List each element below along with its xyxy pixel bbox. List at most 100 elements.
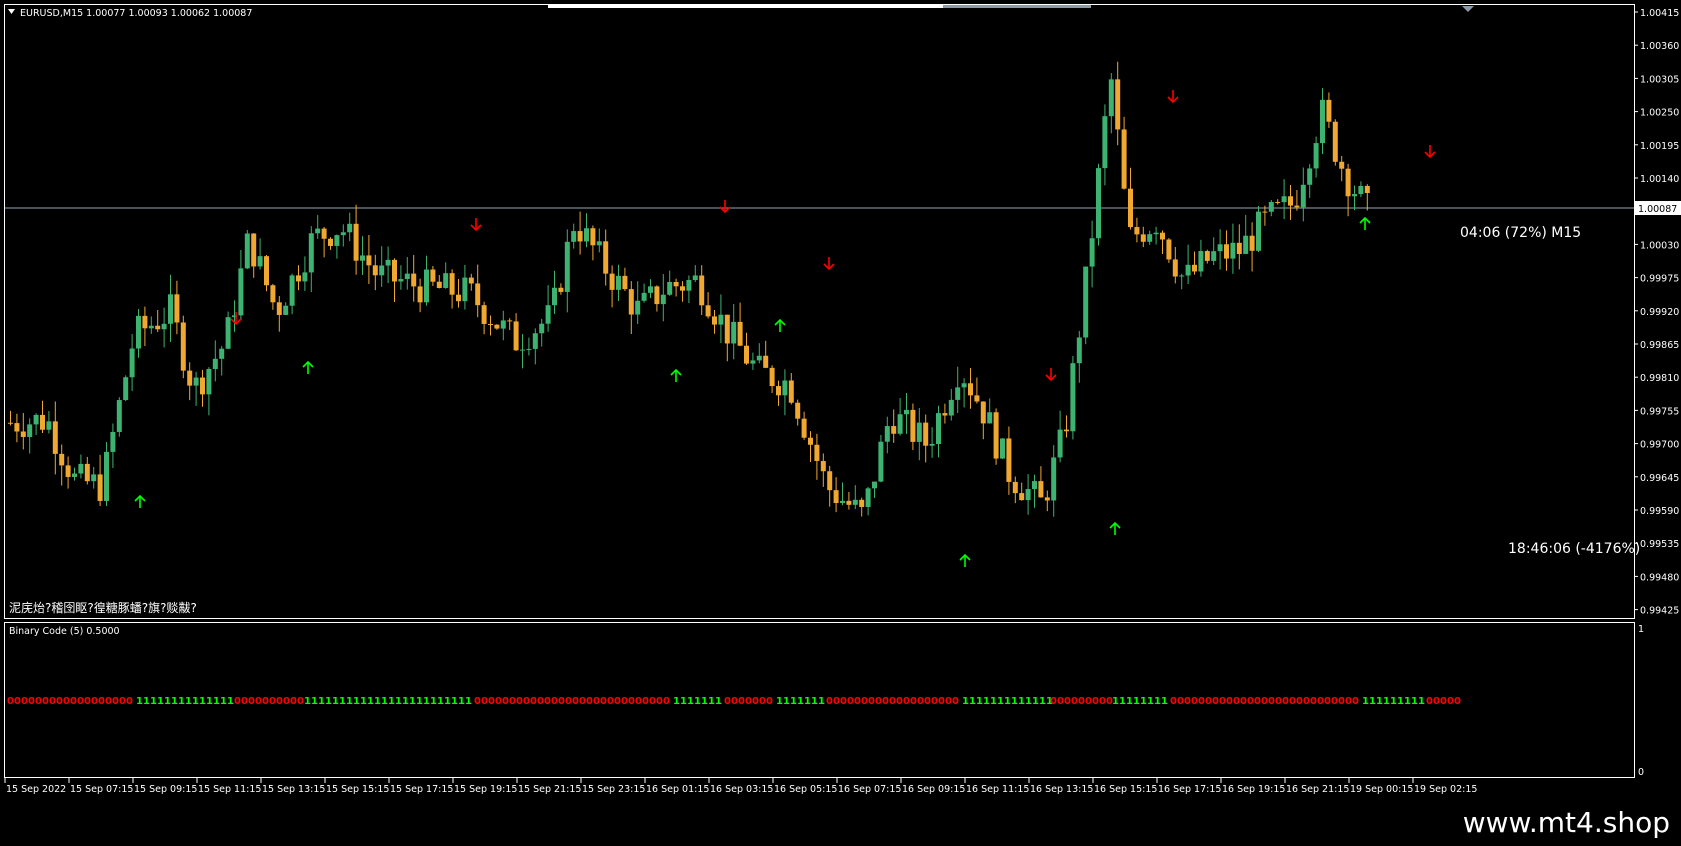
candle-body (1339, 161, 1345, 169)
candle-body (769, 367, 775, 387)
candle-body (116, 400, 122, 432)
binary-code-digit: 1 (776, 696, 783, 707)
signal-arrows-layer (134, 90, 1436, 567)
binary-code-digit: 0 (903, 696, 910, 707)
binary-code-digit: 0 (854, 696, 861, 707)
scroll-indicator[interactable] (548, 5, 943, 8)
candle-body (372, 265, 378, 276)
binary-code-digit: 0 (593, 696, 600, 707)
binary-code-digit: 1 (444, 696, 451, 707)
binary-code-digit: 0 (1296, 696, 1303, 707)
candle-body (1044, 497, 1050, 501)
sell-signal-arrow-icon (470, 218, 482, 232)
price-tick-label: 0.99920 (1640, 307, 1679, 318)
price-tick-label: 1.00305 (1640, 74, 1679, 85)
time-tick-label: 19 Sep 00:15 (1350, 784, 1413, 795)
candle-body (84, 463, 90, 482)
binary-code-digit: 1 (969, 696, 976, 707)
candle-body (212, 358, 218, 369)
candle-body (1076, 337, 1082, 364)
indicator-scale-top: 1 (1638, 624, 1644, 635)
binary-code-digit: 0 (565, 696, 572, 707)
binary-code-digit: 0 (586, 696, 593, 707)
binary-code-digit: 1 (701, 696, 708, 707)
time-tick-label: 16 Sep 11:15 (966, 784, 1029, 795)
candle-body (1134, 227, 1140, 235)
candle-body (776, 386, 781, 396)
binary-code-digit: 1 (388, 696, 395, 707)
candle-body (1160, 232, 1165, 240)
binary-code-digit: 1 (715, 696, 722, 707)
binary-code-digit: 1 (136, 696, 143, 707)
binary-code-digit: 0 (1282, 696, 1289, 707)
candle-body (1288, 196, 1293, 206)
candle-body (142, 315, 148, 329)
candle-body (936, 413, 941, 444)
candle-body (571, 231, 577, 242)
binary-code-digit: 0 (1268, 696, 1275, 707)
binary-code-digit: 1 (1133, 696, 1140, 707)
bar-timer-label: 04:06 (72%) M15 (1460, 225, 1581, 241)
candle-body (385, 259, 391, 266)
binary-code-digit: 0 (759, 696, 766, 707)
candle-body (1121, 129, 1127, 189)
candle-body (174, 294, 180, 323)
binary-code-digit: 0 (1092, 696, 1099, 707)
binary-code-digit: 0 (255, 696, 262, 707)
candle-body (904, 409, 909, 415)
binary-code-digit: 1 (1147, 696, 1154, 707)
binary-code-digit: 1 (381, 696, 388, 707)
candle-body (59, 453, 65, 466)
candle-body (897, 414, 903, 434)
sell-signal-arrow-icon (1167, 90, 1179, 104)
binary-code-digit: 0 (642, 696, 649, 707)
candle-body (392, 259, 397, 282)
candle-body (411, 273, 417, 287)
binary-code-digit: 1 (192, 696, 199, 707)
candle-body (404, 273, 410, 280)
candle-body (1313, 143, 1319, 169)
binary-code-digit: 1 (206, 696, 213, 707)
candle-body (1243, 235, 1249, 254)
candle-body (820, 460, 826, 472)
binary-code-digit: 0 (1324, 696, 1331, 707)
binary-code-digit: 1 (708, 696, 715, 707)
time-tick-label: 16 Sep 03:15 (710, 784, 773, 795)
candle-body (494, 324, 500, 329)
binary-code-digit: 1 (1383, 696, 1390, 707)
binary-code-digit: 0 (1233, 696, 1240, 707)
binary-code-digit: 0 (663, 696, 670, 707)
time-tick-label: 15 Sep 23:15 (582, 784, 645, 795)
binary-code-digit: 0 (1426, 696, 1433, 707)
binary-code-digit: 0 (924, 696, 931, 707)
binary-code-digit: 0 (269, 696, 276, 707)
price-tick-label: 0.99480 (1640, 572, 1679, 583)
mt4-chart[interactable]: 0000000000000000001111111111111100000000… (0, 0, 1681, 846)
binary-code-digit: 0 (847, 696, 854, 707)
candle-body (353, 223, 359, 261)
chart-shift-marker[interactable] (1462, 6, 1474, 12)
binary-code-digit: 0 (1071, 696, 1078, 707)
candle-body (257, 256, 263, 267)
candle-body (1032, 481, 1037, 490)
garbled-info-label: 泥庑炲?稽囹眍?徨糖豚蟠?旗?赕黻? (9, 600, 197, 615)
candle-body (584, 228, 589, 242)
binary-code-digit: 1 (157, 696, 164, 707)
binary-code-digit: 1 (150, 696, 157, 707)
candle-body (398, 279, 404, 282)
candle-body (596, 241, 602, 246)
candle-body (1083, 266, 1089, 338)
candle-body (1064, 429, 1069, 432)
binary-code-digit: 0 (1078, 696, 1085, 707)
price-tick-label: 0.99810 (1640, 373, 1679, 384)
buy-signal-arrow-icon (134, 494, 146, 508)
binary-code-digit: 0 (766, 696, 773, 707)
binary-code-digit: 1 (1376, 696, 1383, 707)
time-tick-label: 15 Sep 15:15 (326, 784, 389, 795)
symbol-menu-icon[interactable] (8, 9, 15, 14)
binary-code-digit: 1 (1112, 696, 1119, 707)
binary-code-digit: 0 (882, 696, 889, 707)
binary-code-digit: 0 (600, 696, 607, 707)
candle-body (468, 277, 474, 284)
candle-body (513, 321, 519, 351)
